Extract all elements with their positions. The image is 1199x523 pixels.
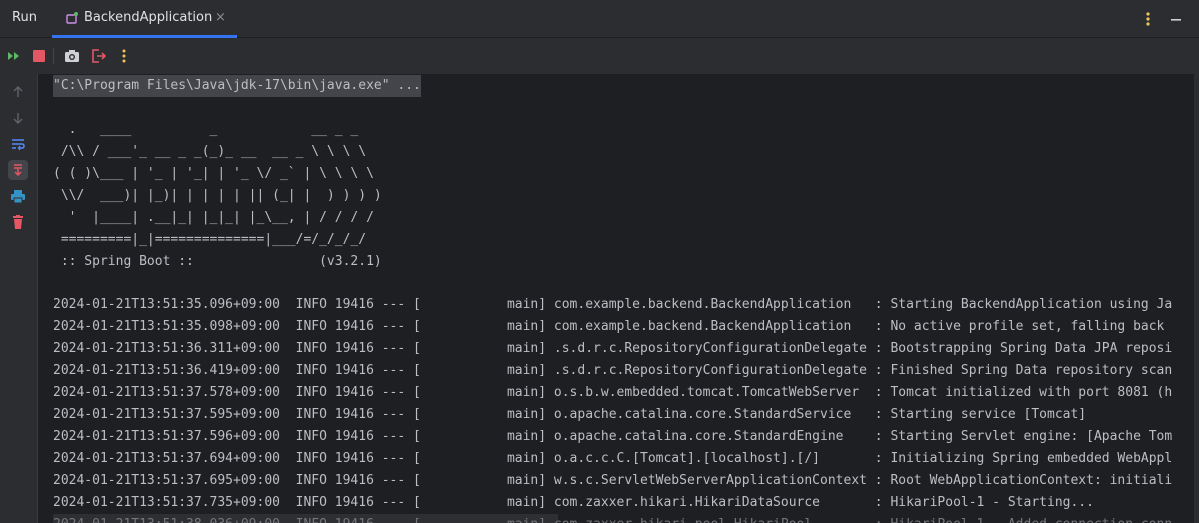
banner-line: . ____ _ __ _ _ [53, 122, 359, 137]
log-line: 2024-01-21T13:51:35.098+09:00 INFO 19416… [53, 319, 1173, 334]
tab-backend-application[interactable]: BackendApplication × [52, 0, 237, 38]
scroll-to-end-icon[interactable] [8, 160, 28, 180]
log-line: 2024-01-21T13:51:36.419+09:00 INFO 19416… [53, 363, 1173, 378]
console-command-line[interactable]: "C:\Program Files\Java\jdk-17\bin\java.e… [53, 75, 421, 97]
toolbar-separator [53, 48, 54, 64]
rerun-icon[interactable] [4, 46, 24, 66]
console-gutter-toolbar [0, 74, 37, 523]
console-scrollbar[interactable] [1194, 74, 1199, 523]
down-arrow-icon[interactable] [8, 108, 28, 128]
run-config-icon [66, 12, 78, 24]
run-window-title: Run [12, 10, 37, 25]
log-line: 2024-01-21T13:51:37.695+09:00 INFO 19416… [53, 473, 1173, 488]
more-options-icon[interactable] [1140, 9, 1156, 29]
soft-wrap-icon[interactable] [8, 134, 28, 154]
trash-icon[interactable] [8, 212, 28, 232]
log-line: 2024-01-21T13:51:37.595+09:00 INFO 19416… [53, 407, 1087, 422]
log-line: 2024-01-21T13:51:37.735+09:00 INFO 19416… [53, 495, 1094, 510]
log-line: 2024-01-21T13:51:37.596+09:00 INFO 19416… [53, 429, 1173, 444]
spring-boot-banner: . ____ _ __ _ _ /\\ / ___'_ __ _ _(_)_ _… [53, 119, 382, 273]
stop-icon[interactable] [29, 46, 49, 66]
banner-line: ' |____| .__|_| |_|_| |_\__, | / / / / [53, 210, 374, 225]
run-tool-window: Run BackendApplication × "C:\Program Fil… [0, 0, 1199, 523]
banner-line: /\\ / ___'_ __ _ _(_)_ __ __ _ \ \ \ \ [53, 144, 367, 159]
console-log-lines: 2024-01-21T13:51:35.096+09:00 INFO 19416… [53, 294, 1173, 523]
run-tab-bar: Run BackendApplication × [0, 0, 1199, 38]
banner-line: \\/ ___)| |_)| | | | | || (_| | ) ) ) ) [53, 188, 382, 203]
log-line: 2024-01-21T13:51:35.096+09:00 INFO 19416… [53, 297, 1173, 312]
log-line: 2024-01-21T13:51:38.036+09:00 INFO 19416… [53, 514, 1173, 523]
banner-line: :: Spring Boot :: (v3.2.1) [53, 254, 382, 269]
up-arrow-icon[interactable] [8, 82, 28, 102]
run-toolbar [0, 38, 1199, 74]
log-line: 2024-01-21T13:51:37.578+09:00 INFO 19416… [53, 385, 1173, 400]
log-line: 2024-01-21T13:51:36.311+09:00 INFO 19416… [53, 341, 1173, 356]
console-output[interactable]: "C:\Program Files\Java\jdk-17\bin\java.e… [38, 74, 1199, 523]
more-icon[interactable] [114, 46, 134, 66]
tab-label: BackendApplication [84, 10, 213, 25]
log-line: 2024-01-21T13:51:37.694+09:00 INFO 19416… [53, 451, 1173, 466]
print-icon[interactable] [8, 186, 28, 206]
tab-close-icon[interactable]: × [215, 10, 226, 25]
minimize-icon[interactable] [1166, 9, 1186, 29]
banner-line: =========|_|==============|___/=/_/_/_/ [53, 232, 367, 247]
banner-line: ( ( )\___ | '_ | '_| | '_ \/ _` | \ \ \ … [53, 166, 374, 181]
exit-icon[interactable] [88, 46, 108, 66]
screenshot-icon[interactable] [62, 46, 82, 66]
